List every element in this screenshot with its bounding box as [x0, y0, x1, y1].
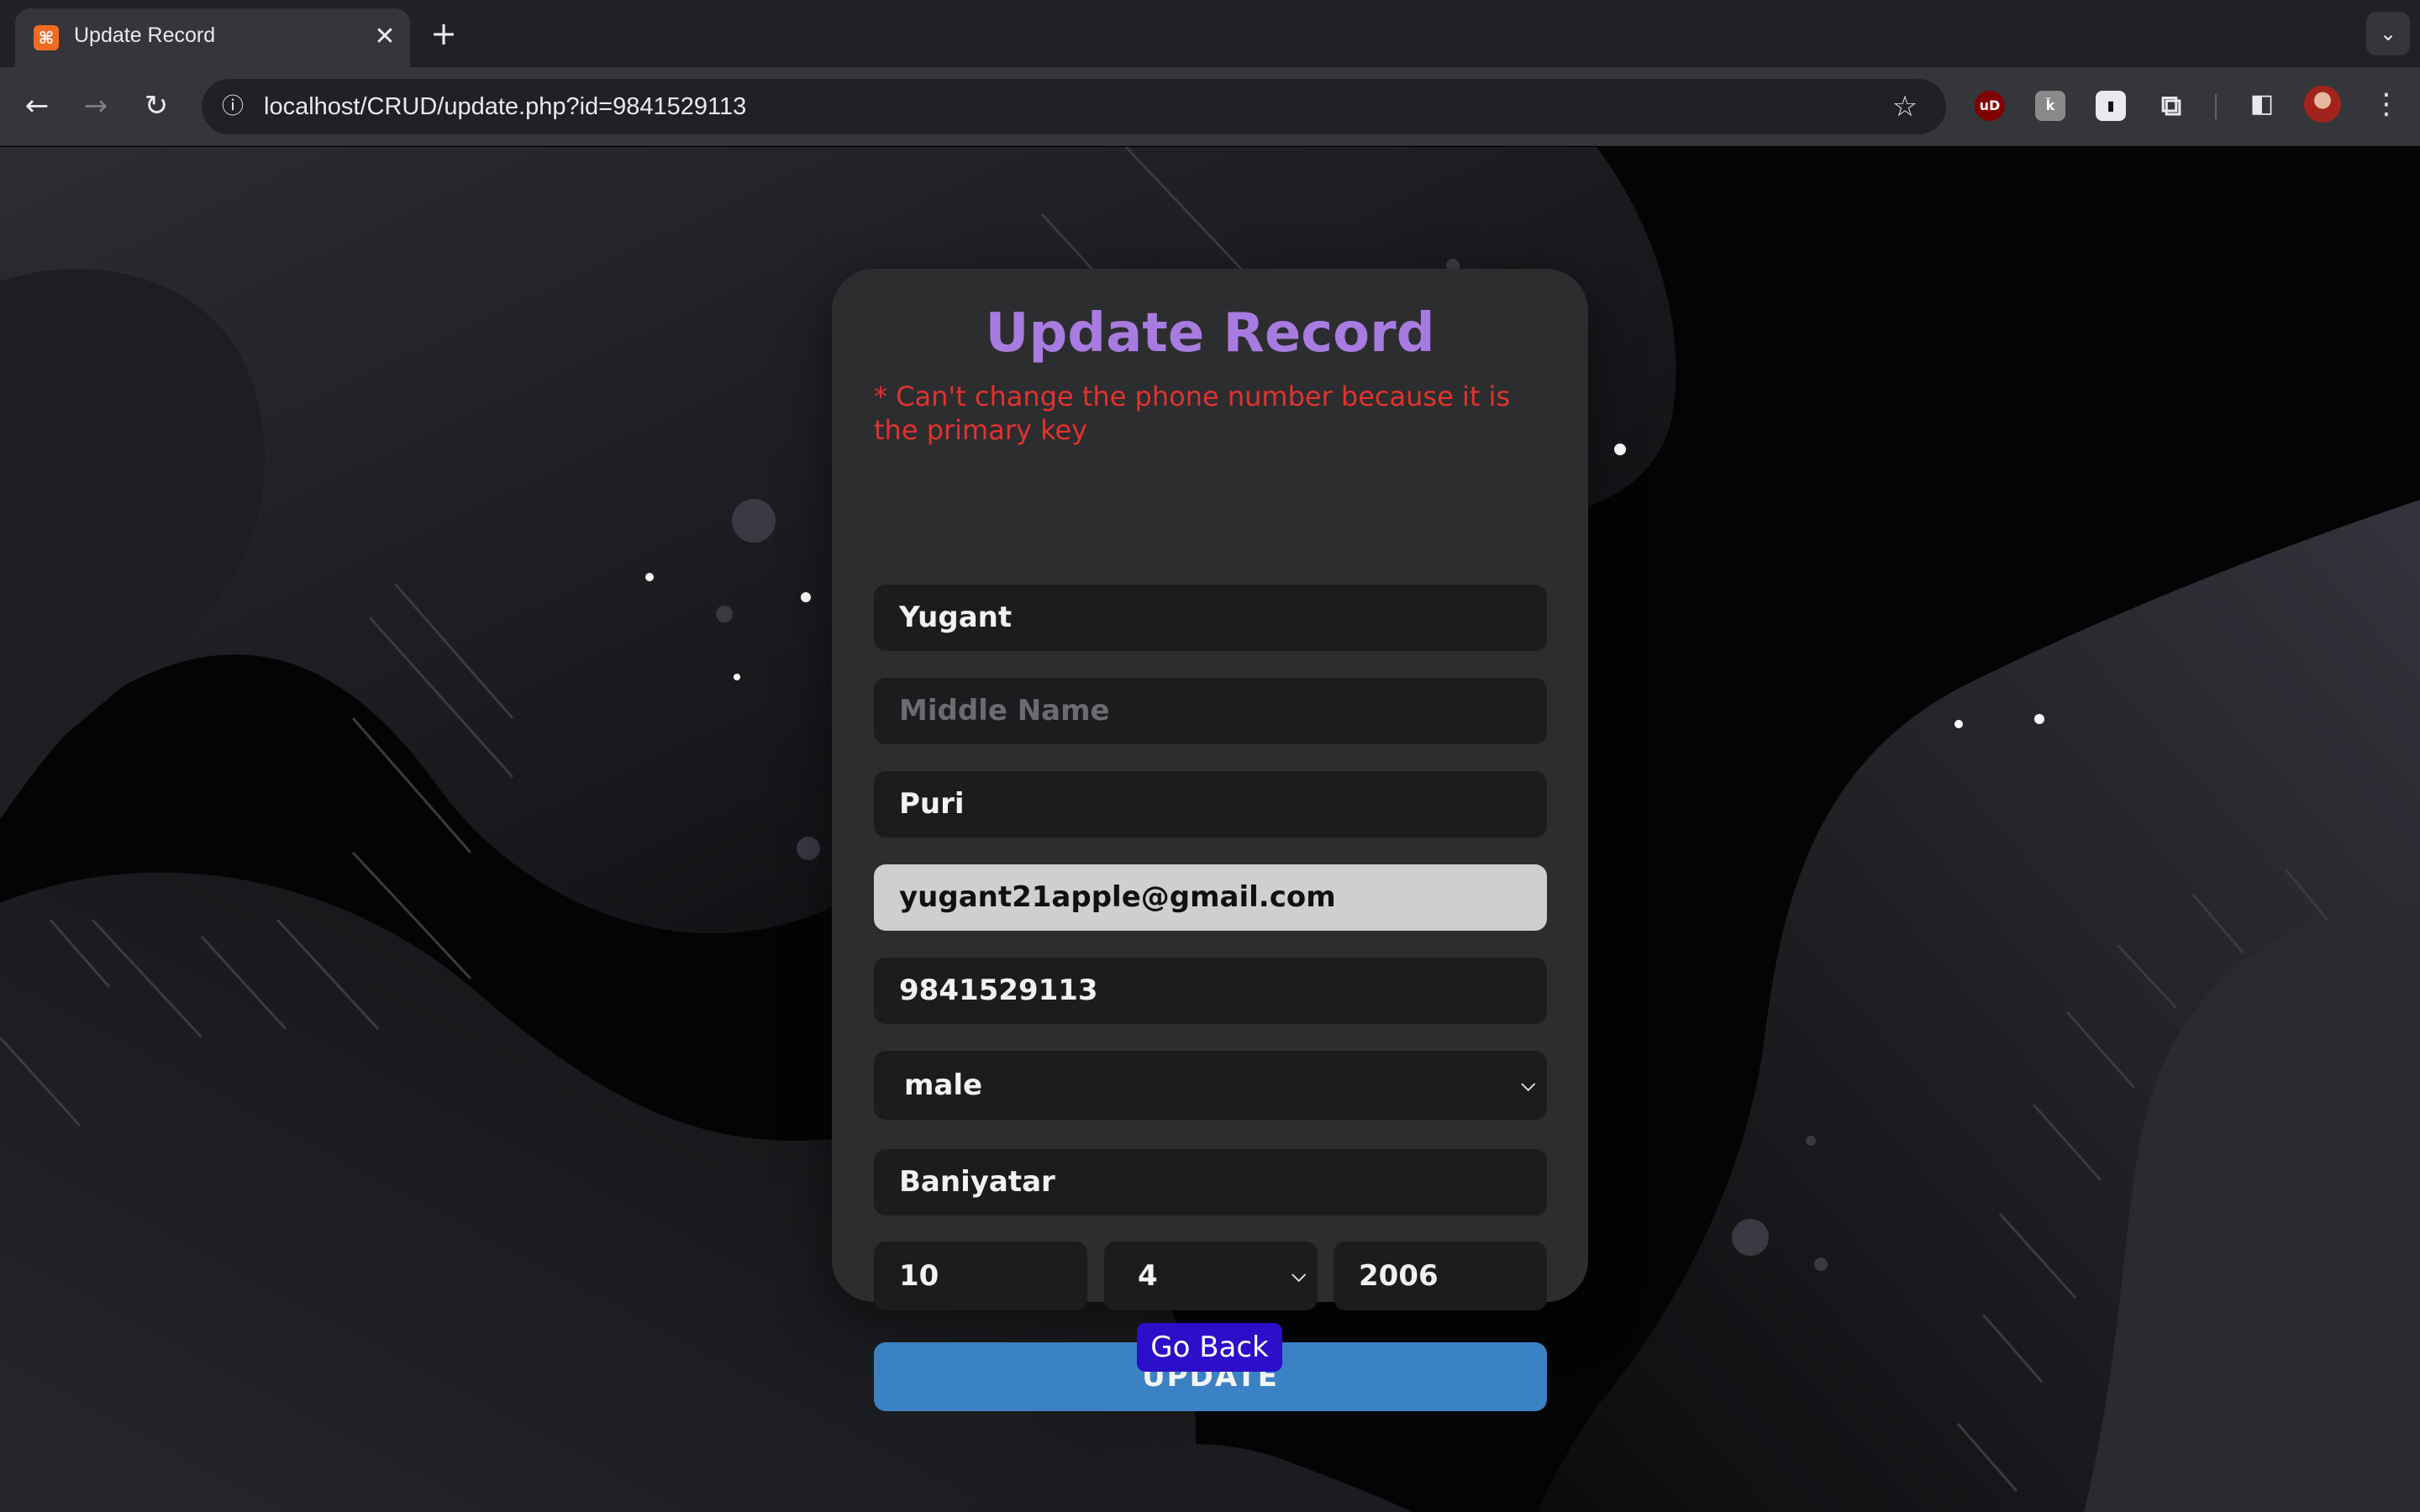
browser-tab[interactable]: ⌘ Update Record ✕	[15, 8, 410, 67]
xampp-icon: ⌘	[34, 25, 59, 50]
dob-month-value: 4	[1138, 1259, 1158, 1293]
tab-search-icon[interactable]: ⌄	[2366, 12, 2410, 55]
update-record-card: Update Record * Can't change the phone n…	[832, 269, 1588, 1411]
url-text[interactable]: localhost/CRUD/update.php?id=9841529113	[264, 93, 746, 121]
forward-icon[interactable]: →	[74, 84, 118, 128]
page-viewport: Update Record * Can't change the phone n…	[0, 147, 2420, 1512]
dob-month-select[interactable]: 4 ⌵	[1104, 1242, 1318, 1310]
page-title: Update Record	[985, 302, 1435, 365]
reload-icon[interactable]: ↻	[134, 84, 178, 128]
phone-field[interactable]	[874, 958, 1547, 1024]
go-back-button[interactable]: Go Back	[1137, 1323, 1282, 1372]
extension-icon[interactable]: ▮	[2096, 91, 2126, 121]
browser-tab-strip: ⌘ Update Record ✕ + ⌄	[0, 0, 2420, 67]
gender-select[interactable]: male ⌵	[874, 1051, 1547, 1120]
back-icon[interactable]: ←	[15, 84, 59, 128]
address-bar[interactable]: ⓘ localhost/CRUD/update.php?id=984152911…	[202, 79, 1946, 134]
first-name-field[interactable]	[874, 585, 1547, 651]
chevron-down-icon: ⌵	[1521, 1074, 1535, 1095]
primary-key-warning: * Can't change the phone number because …	[874, 381, 1511, 446]
extension-icon[interactable]: ǩ	[2035, 91, 2065, 121]
menu-icon[interactable]: ⋮	[2368, 86, 2405, 123]
site-info-icon[interactable]: ⓘ	[213, 87, 252, 126]
gender-select-value: male	[904, 1068, 983, 1102]
side-panel-icon[interactable]: ◧	[2245, 87, 2279, 121]
toolbar-divider	[2215, 94, 2217, 119]
profile-avatar[interactable]	[2304, 86, 2341, 123]
middle-name-field[interactable]	[874, 678, 1547, 744]
ublock-extension-icon[interactable]: uD	[1975, 91, 2005, 121]
dob-day-field[interactable]	[874, 1242, 1087, 1310]
dob-year-field[interactable]	[1334, 1242, 1547, 1310]
bookmark-star-icon[interactable]: ☆	[1884, 86, 1926, 128]
close-icon[interactable]: ✕	[368, 20, 402, 54]
address-field[interactable]	[874, 1149, 1547, 1215]
email-field[interactable]	[874, 864, 1547, 931]
tab-title: Update Record	[74, 24, 216, 47]
chevron-down-icon: ⌵	[1292, 1265, 1306, 1286]
extensions-puzzle-icon[interactable]: ⧉	[2156, 91, 2186, 121]
new-tab-icon[interactable]: +	[425, 15, 462, 52]
last-name-field[interactable]	[874, 771, 1547, 837]
